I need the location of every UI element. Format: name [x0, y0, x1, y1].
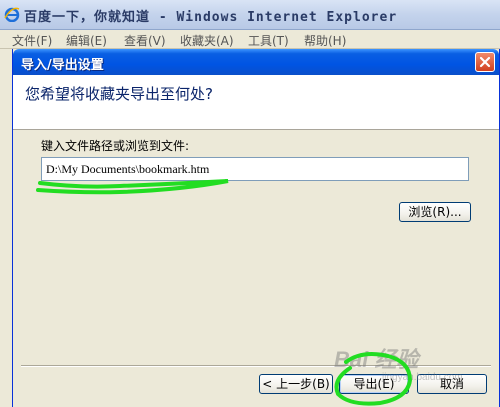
ie-menu-bar: 文件(F) 编辑(E) 查看(V) 收藏夹(A) 工具(T) 帮助(H): [0, 30, 500, 49]
menu-help[interactable]: 帮助(H): [304, 32, 346, 49]
file-path-input[interactable]: D:\My Documents\bookmark.htm: [41, 157, 469, 181]
dialog-title-bar[interactable]: 导入/导出设置: [13, 49, 499, 75]
back-button[interactable]: < 上一步(B): [259, 374, 333, 394]
button-divider: [21, 365, 491, 367]
import-export-dialog: 导入/导出设置 您希望将收藏夹导出至何处? 键入文件路径或浏览到文件: D:\M…: [12, 49, 500, 407]
watermark-url: jingyan.baidu.com: [382, 372, 463, 383]
dialog-title: 导入/导出设置: [21, 58, 104, 73]
menu-favorites[interactable]: 收藏夹(A): [180, 32, 234, 49]
close-button[interactable]: [475, 52, 495, 72]
menu-view[interactable]: 查看(V): [124, 32, 166, 49]
close-icon: [479, 56, 491, 68]
ie-title-bar: 百度一下，你就知道 - Windows Internet Explorer: [0, 0, 500, 30]
baidu-jingyan-watermark: Bai 经验: [334, 347, 419, 372]
menu-edit[interactable]: 编辑(E): [66, 32, 107, 49]
browse-button[interactable]: 浏览(R)...: [399, 202, 471, 222]
path-label: 键入文件路径或浏览到文件:: [41, 139, 190, 153]
ie-window-title: 百度一下，你就知道 - Windows Internet Explorer: [24, 10, 398, 25]
menu-tools[interactable]: 工具(T): [248, 32, 289, 49]
dialog-content: 键入文件路径或浏览到文件: D:\My Documents\bookmark.h…: [13, 130, 499, 407]
dialog-heading: 您希望将收藏夹导出至何处?: [25, 85, 213, 103]
ie-logo-icon: [4, 7, 20, 22]
dialog-header: 您希望将收藏夹导出至何处?: [13, 75, 499, 130]
menu-file[interactable]: 文件(F): [12, 32, 52, 49]
